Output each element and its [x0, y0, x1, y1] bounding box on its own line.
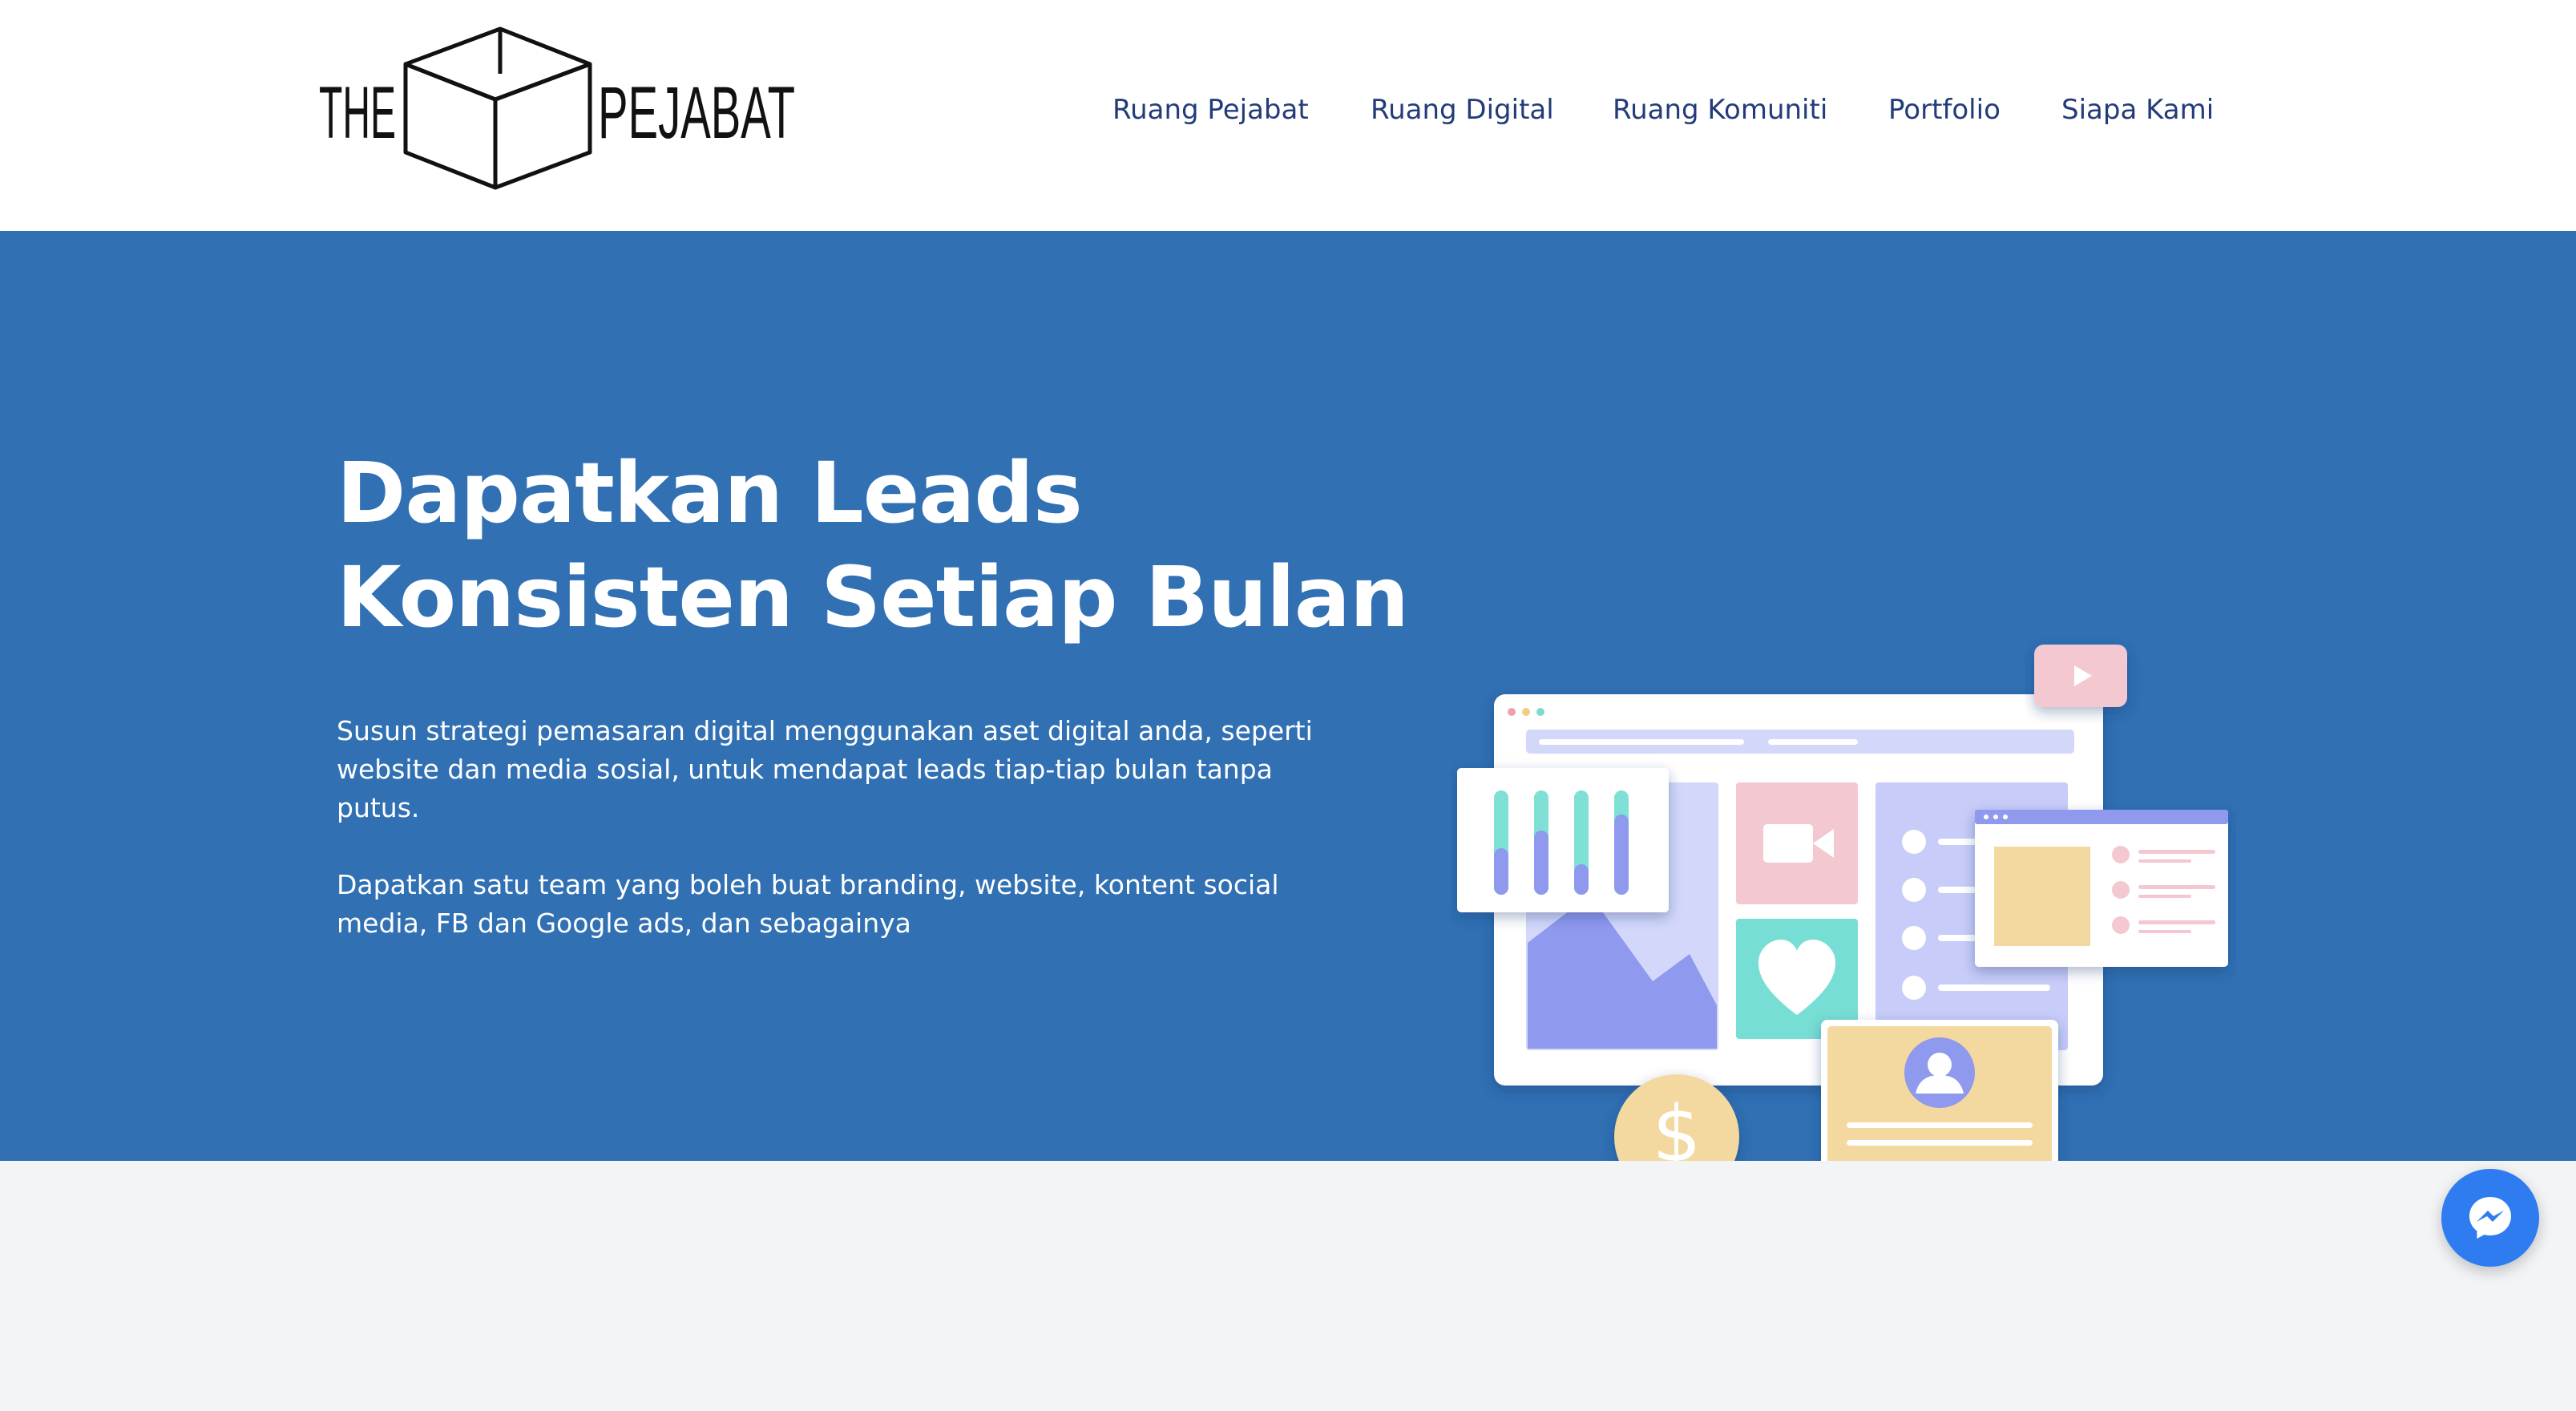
nav-ruang-pejabat[interactable]: Ruang Pejabat	[1112, 91, 1309, 128]
logo-text-right: PEJABAT	[598, 72, 795, 154]
nav-siapa-kami[interactable]: Siapa Kami	[2061, 91, 2214, 128]
logo-box-icon	[403, 26, 592, 190]
hero-title: Dapatkan Leads Konsisten Setiap Bulan	[337, 441, 1409, 649]
nav-portfolio[interactable]: Portfolio	[1888, 91, 2001, 128]
avatar-icon	[1904, 1037, 1975, 1108]
site-logo[interactable]: THE PEJABAT	[317, 26, 798, 192]
bar-chart-card	[1457, 768, 1669, 912]
hero-paragraph-2: Dapatkan satu team yang boleh buat brand…	[337, 866, 1338, 943]
nav-ruang-komuniti[interactable]: Ruang Komuniti	[1613, 91, 1827, 128]
hero-illustration: $	[1451, 638, 2236, 1199]
messenger-icon	[2469, 1197, 2511, 1239]
hero-paragraph-1-line-3: putus.	[337, 792, 420, 823]
nav-ruang-digital[interactable]: Ruang Digital	[1371, 91, 1554, 128]
hero-paragraph-1-line-2: website dan media sosial, untuk mendapat…	[337, 754, 1273, 785]
logo-text-left: THE	[319, 72, 396, 154]
hero-paragraph-2-line-2: media, FB dan Google ads, dan sebagainya	[337, 908, 911, 939]
hero-paragraph-2-line-1: Dapatkan satu team yang boleh buat brand…	[337, 869, 1279, 900]
hero-title-line-1: Dapatkan Leads	[337, 444, 1083, 542]
hero-paragraph-1-line-1: Susun strategi pemasaran digital menggun…	[337, 715, 1313, 746]
site-header: THE PEJABAT Ruang Pejabat Ruang Digital …	[0, 0, 2576, 231]
hero-title-line-2: Konsisten Setiap Bulan	[337, 548, 1409, 646]
mini-window	[1975, 810, 2228, 967]
play-badge	[2034, 645, 2127, 707]
content-section	[0, 1161, 2576, 1411]
hero-section: Dapatkan Leads Konsisten Setiap Bulan Su…	[0, 231, 2576, 1199]
messenger-chat-button[interactable]	[2441, 1169, 2539, 1267]
hero-paragraph-1: Susun strategi pemasaran digital menggun…	[337, 712, 1338, 827]
